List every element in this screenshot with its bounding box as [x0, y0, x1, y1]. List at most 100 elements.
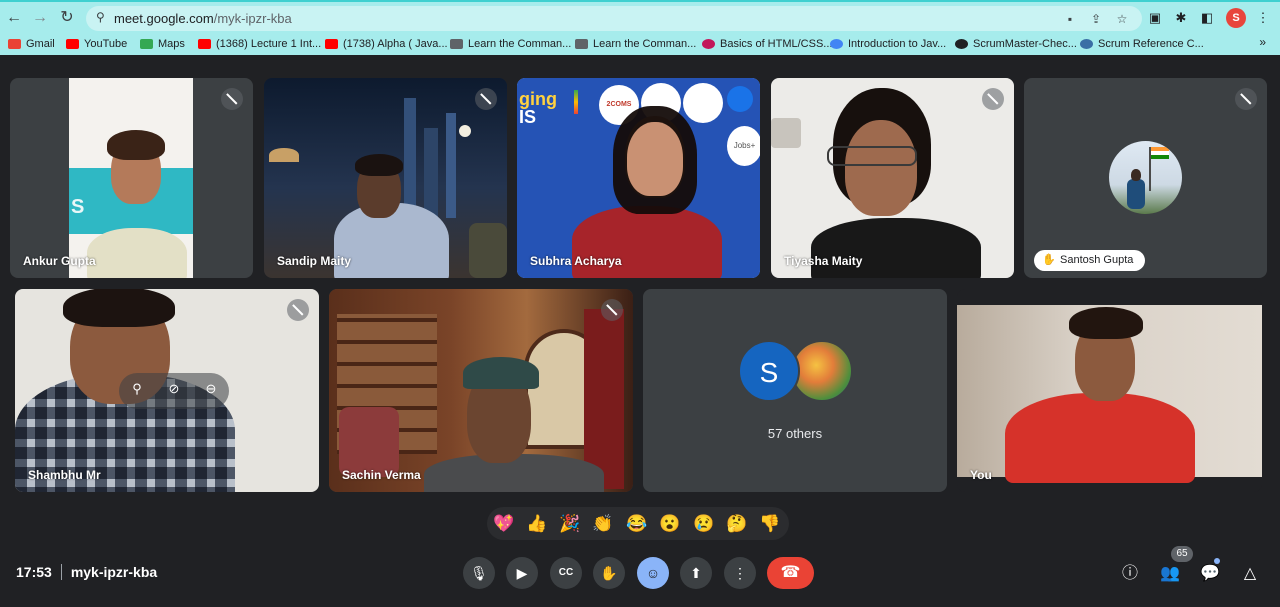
bookmarks-overflow-icon[interactable]: » — [1259, 35, 1266, 49]
muted-mic-icon — [475, 88, 497, 110]
meeting-info: 17:53 myk-ipzr-kba — [16, 564, 157, 580]
side-panel-icon[interactable]: ◧ — [1198, 9, 1216, 27]
reaction-thinking[interactable]: 🤔 — [726, 513, 748, 535]
bookmarks-bar: Gmail YouTube Maps (1368) Lecture 1 Int.… — [0, 33, 1280, 55]
bookmark-learn-command-1[interactable]: Learn the Comman... — [450, 36, 571, 52]
participant-tile-santosh[interactable]: ✋ Santosh Gupta — [1024, 78, 1267, 278]
site-info-icon[interactable]: ⚲ — [96, 10, 105, 24]
wordpress-icon — [1080, 39, 1093, 49]
bookmark-scrummaster[interactable]: ScrumMaster-Chec... — [955, 36, 1077, 52]
share-icon[interactable]: ⇪ — [1088, 11, 1104, 27]
profile-avatar[interactable]: S — [1226, 8, 1246, 28]
participant-name: Tiyasha Maity — [784, 254, 863, 268]
video-feed — [264, 78, 507, 278]
muted-mic-icon — [601, 299, 623, 321]
url-text: meet.google.com/myk-ipzr-kba — [114, 11, 292, 26]
reaction-crying[interactable]: 😢 — [693, 513, 715, 535]
participant-tile-sandip[interactable]: Sandip Maity — [264, 78, 507, 278]
reaction-thumbs-down[interactable]: 👎 — [759, 513, 781, 535]
leave-call-button[interactable]: ☎ — [767, 557, 814, 589]
participant-name: Ankur Gupta — [23, 254, 96, 268]
bookmark-scrum-reference[interactable]: Scrum Reference C... — [1080, 36, 1204, 52]
reaction-party-popper[interactable]: 🎉 — [559, 513, 581, 535]
address-bar[interactable]: ⚲ meet.google.com/myk-ipzr-kba ▪ ⇪ ☆ — [86, 6, 1142, 31]
present-screen-button[interactable]: ⬆ — [680, 557, 712, 589]
meeting-details-button[interactable]: ⓘ — [1118, 562, 1142, 586]
youtube-icon — [198, 39, 211, 49]
participant-name: You — [970, 468, 992, 482]
sponsor-logo: Jobs+ — [727, 126, 760, 166]
others-count-label: 57 others — [767, 426, 823, 441]
bookmark-alpha-java[interactable]: (1738) Alpha ( Java... — [325, 36, 448, 52]
people-count-badge: 65 — [1171, 546, 1193, 562]
others-tile[interactable]: S 57 others — [643, 289, 947, 492]
meeting-time: 17:53 — [16, 564, 52, 580]
raise-hand-button[interactable]: ✋ — [593, 557, 625, 589]
video-feed: ging IS 2COMS Jobs+ — [517, 78, 760, 278]
mute-participant-icon[interactable]: ⊘ — [164, 381, 184, 401]
participant-tile-tiyasha[interactable]: Tiyasha Maity — [771, 78, 1014, 278]
reactions-button[interactable]: ☺ — [637, 557, 669, 589]
self-tile[interactable]: You — [957, 289, 1262, 492]
raised-hand-icon: ✋ — [1042, 254, 1056, 266]
forward-arrow-icon[interactable]: → — [30, 8, 50, 28]
muted-mic-icon — [287, 299, 309, 321]
picture-in-picture-icon[interactable]: ▣ — [1146, 9, 1164, 27]
video-feed — [957, 305, 1262, 483]
participant-tile-ankur[interactable]: S Ankur Gupta — [10, 78, 253, 278]
reaction-clapping[interactable]: 👏 — [592, 513, 614, 535]
reactions-bar: 💖 👍 🎉 👏 😂 😮 😢 🤔 👎 — [487, 507, 789, 540]
smiley-icon: ☺ — [645, 565, 661, 581]
reaction-joy[interactable]: 😂 — [626, 513, 648, 535]
pin-icon[interactable]: ⚲ — [127, 381, 147, 401]
muted-mic-icon — [221, 88, 243, 110]
microphone-button[interactable]: 🎙 — [463, 557, 495, 589]
hand-icon: ✋ — [600, 565, 618, 581]
chat-notification-dot — [1214, 558, 1220, 564]
back-arrow-icon[interactable]: ← — [4, 8, 24, 28]
participant-tile-shambhu[interactable]: ⚲ ⊘ ⊖ Shambhu Mr — [15, 289, 319, 492]
muted-mic-icon — [1235, 88, 1257, 110]
muted-mic-icon — [982, 88, 1004, 110]
remove-participant-icon[interactable]: ⊖ — [201, 381, 221, 401]
info-icon: ⓘ — [1121, 565, 1138, 582]
bookmark-html-css[interactable]: Basics of HTML/CSS... — [702, 36, 832, 52]
camera-in-use-icon[interactable]: ▪ — [1062, 11, 1078, 27]
bookmark-star-icon[interactable]: ☆ — [1114, 11, 1130, 27]
reaction-surprised[interactable]: 😮 — [659, 513, 681, 535]
menu-dots-icon[interactable]: ⋮ — [1254, 9, 1272, 27]
people-icon: 👥 — [1160, 565, 1180, 582]
present-screen-icon: ⬆ — [690, 565, 702, 581]
activities-button[interactable]: △ — [1238, 562, 1262, 586]
people-button[interactable]: 👥 — [1158, 562, 1182, 586]
reload-icon[interactable]: ↻ — [57, 8, 77, 28]
extensions-puzzle-icon[interactable]: ✱ — [1172, 9, 1190, 27]
gmail-icon — [8, 39, 21, 49]
bookmark-gmail[interactable]: Gmail — [8, 36, 55, 52]
participant-name: Shambhu Mr — [28, 468, 101, 482]
participant-tile-sachin[interactable]: Sachin Verma — [329, 289, 633, 492]
bookmark-learn-command-2[interactable]: Learn the Comman... — [575, 36, 696, 52]
profile-avatar — [1109, 141, 1182, 214]
bookmark-lecture[interactable]: (1368) Lecture 1 Int... — [198, 36, 321, 52]
tile-hover-controls: ⚲ ⊘ ⊖ — [119, 373, 229, 409]
browser-toolbar: ← → ↻ ⚲ meet.google.com/myk-ipzr-kba ▪ ⇪… — [0, 0, 1280, 33]
camera-button[interactable]: ▶ — [506, 557, 538, 589]
site-icon — [702, 39, 715, 49]
participant-tile-subhra[interactable]: ging IS 2COMS Jobs+ Subhra Acharya — [517, 78, 760, 278]
hang-up-phone-icon: ☎ — [780, 564, 801, 581]
meeting-code: myk-ipzr-kba — [70, 564, 158, 580]
reaction-sparkling-heart[interactable]: 💖 — [493, 513, 515, 535]
participant-name: Sandip Maity — [277, 254, 352, 268]
cap — [463, 357, 539, 389]
reaction-thumbs-up[interactable]: 👍 — [526, 513, 548, 535]
doc-icon — [450, 39, 463, 49]
chat-button[interactable]: 💬 — [1198, 562, 1222, 586]
more-options-button[interactable]: ⋮ — [724, 557, 756, 589]
bookmark-intro-java[interactable]: Introduction to Jav... — [830, 36, 946, 52]
more-vertical-icon: ⋮ — [733, 565, 747, 581]
video-feed — [329, 289, 633, 492]
captions-button[interactable]: CC — [550, 557, 582, 589]
bookmark-maps[interactable]: Maps — [140, 36, 185, 52]
bookmark-youtube[interactable]: YouTube — [66, 36, 127, 52]
